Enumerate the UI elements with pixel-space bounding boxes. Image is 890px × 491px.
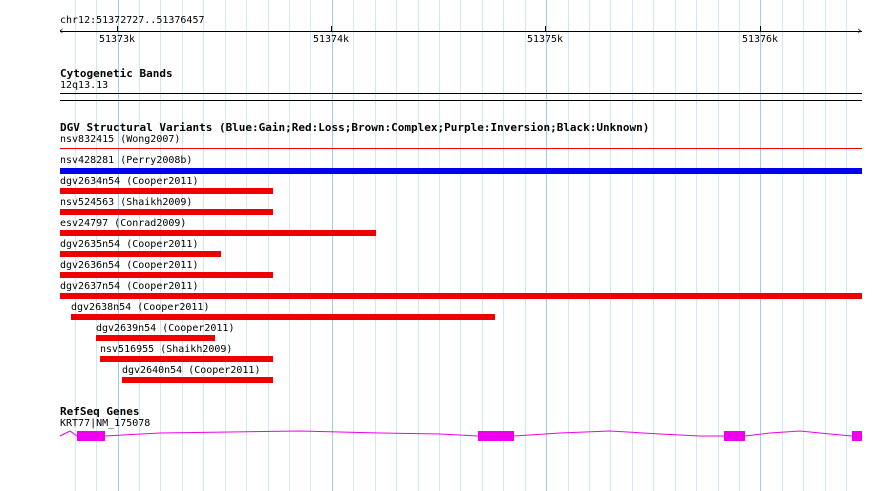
grid-line: [718, 0, 719, 491]
grid-line: [310, 0, 311, 491]
grid-line: [268, 0, 269, 491]
ruler-tick: [760, 26, 761, 32]
gene-exon[interactable]: [724, 431, 745, 441]
grid-line: [546, 0, 547, 491]
cytoband-line-top: [60, 93, 862, 94]
variant-bar-loss[interactable]: [60, 293, 862, 299]
grid-line: [503, 0, 504, 491]
grid-line: [482, 0, 483, 491]
ruler-tick: [117, 26, 118, 32]
gene-exon[interactable]: [852, 431, 862, 441]
variant-bar-loss[interactable]: [71, 314, 495, 320]
grid-line: [396, 0, 397, 491]
variant-bar-loss[interactable]: [100, 356, 273, 362]
location-label: chr12:51372727..51376457: [60, 15, 205, 26]
variant-label: nsv832415 (Wong2007): [60, 134, 181, 145]
grid-line: [332, 0, 333, 491]
gene-label: KRT77|NM_175078: [60, 418, 151, 429]
ruler-right-arrow-icon: ›: [856, 24, 863, 37]
grid-line: [460, 0, 461, 491]
grid-line: [289, 0, 290, 491]
variant-label: dgv2640n54 (Cooper2011): [122, 365, 261, 376]
grid-line: [675, 0, 676, 491]
ruler-tick-label: 51376k: [741, 34, 779, 45]
variant-bar-loss[interactable]: [60, 230, 376, 236]
grid-line: [696, 0, 697, 491]
ruler-tick-label: 51373k: [98, 34, 136, 45]
grid-line: [439, 0, 440, 491]
grid-line: [803, 0, 804, 491]
grid-line: [353, 0, 354, 491]
cytoband-line-bottom: [60, 100, 862, 101]
cytoband-label: 12q13.13: [60, 80, 109, 91]
variant-label: dgv2635n54 (Cooper2011): [60, 239, 199, 250]
grid-line: [525, 0, 526, 491]
grid-line: [225, 0, 226, 491]
variant-bar-loss[interactable]: [60, 148, 862, 149]
grid-line: [782, 0, 783, 491]
grid-line: [653, 0, 654, 491]
variant-label: nsv516955 (Shaikh2009): [100, 344, 233, 355]
ruler-tick-label: 51375k: [526, 34, 564, 45]
dgv-track-title: DGV Structural Variants (Blue:Gain;Red:L…: [60, 121, 650, 134]
grid-line: [610, 0, 611, 491]
variant-bar-loss[interactable]: [122, 377, 273, 383]
grid-line: [739, 0, 740, 491]
gene-exon[interactable]: [478, 431, 514, 441]
grid-line: [375, 0, 376, 491]
refseq-track-title: RefSeq Genes: [60, 405, 140, 418]
grid-line: [589, 0, 590, 491]
ruler-line: [60, 31, 862, 32]
ruler-tick: [545, 26, 546, 32]
variant-label: dgv2636n54 (Cooper2011): [60, 260, 199, 271]
ruler-tick: [331, 26, 332, 32]
variant-bar-loss[interactable]: [96, 335, 215, 341]
grid-line: [568, 0, 569, 491]
grid-line: [846, 0, 847, 491]
variant-label: dgv2638n54 (Cooper2011): [71, 302, 210, 313]
ruler-tick-label: 51374k: [312, 34, 350, 45]
grid-line: [203, 0, 204, 491]
grid-line: [246, 0, 247, 491]
variant-label: dgv2637n54 (Cooper2011): [60, 281, 199, 292]
genome-browser: chr12:51372727..51376457 ‹ › 51373k 5137…: [0, 0, 890, 491]
grid-line: [418, 0, 419, 491]
gene-exon[interactable]: [77, 431, 105, 441]
variant-bar-loss[interactable]: [60, 188, 273, 194]
grid-line: [632, 0, 633, 491]
variant-bar-gain[interactable]: [60, 168, 862, 174]
variant-bar-loss[interactable]: [60, 272, 273, 278]
grid-line: [760, 0, 761, 491]
variant-label: dgv2634n54 (Cooper2011): [60, 176, 199, 187]
variant-label: nsv428281 (Perry2008b): [60, 155, 193, 166]
variant-label: esv24797 (Conrad2009): [60, 218, 187, 229]
variant-label: nsv524563 (Shaikh2009): [60, 197, 193, 208]
ruler-left-arrow-icon: ‹: [58, 24, 65, 37]
variant-bar-loss[interactable]: [60, 251, 221, 257]
variant-label: dgv2639n54 (Cooper2011): [96, 323, 235, 334]
grid-line: [825, 0, 826, 491]
cytoband-track-title: Cytogenetic Bands: [60, 67, 173, 80]
variant-bar-loss[interactable]: [60, 209, 273, 215]
